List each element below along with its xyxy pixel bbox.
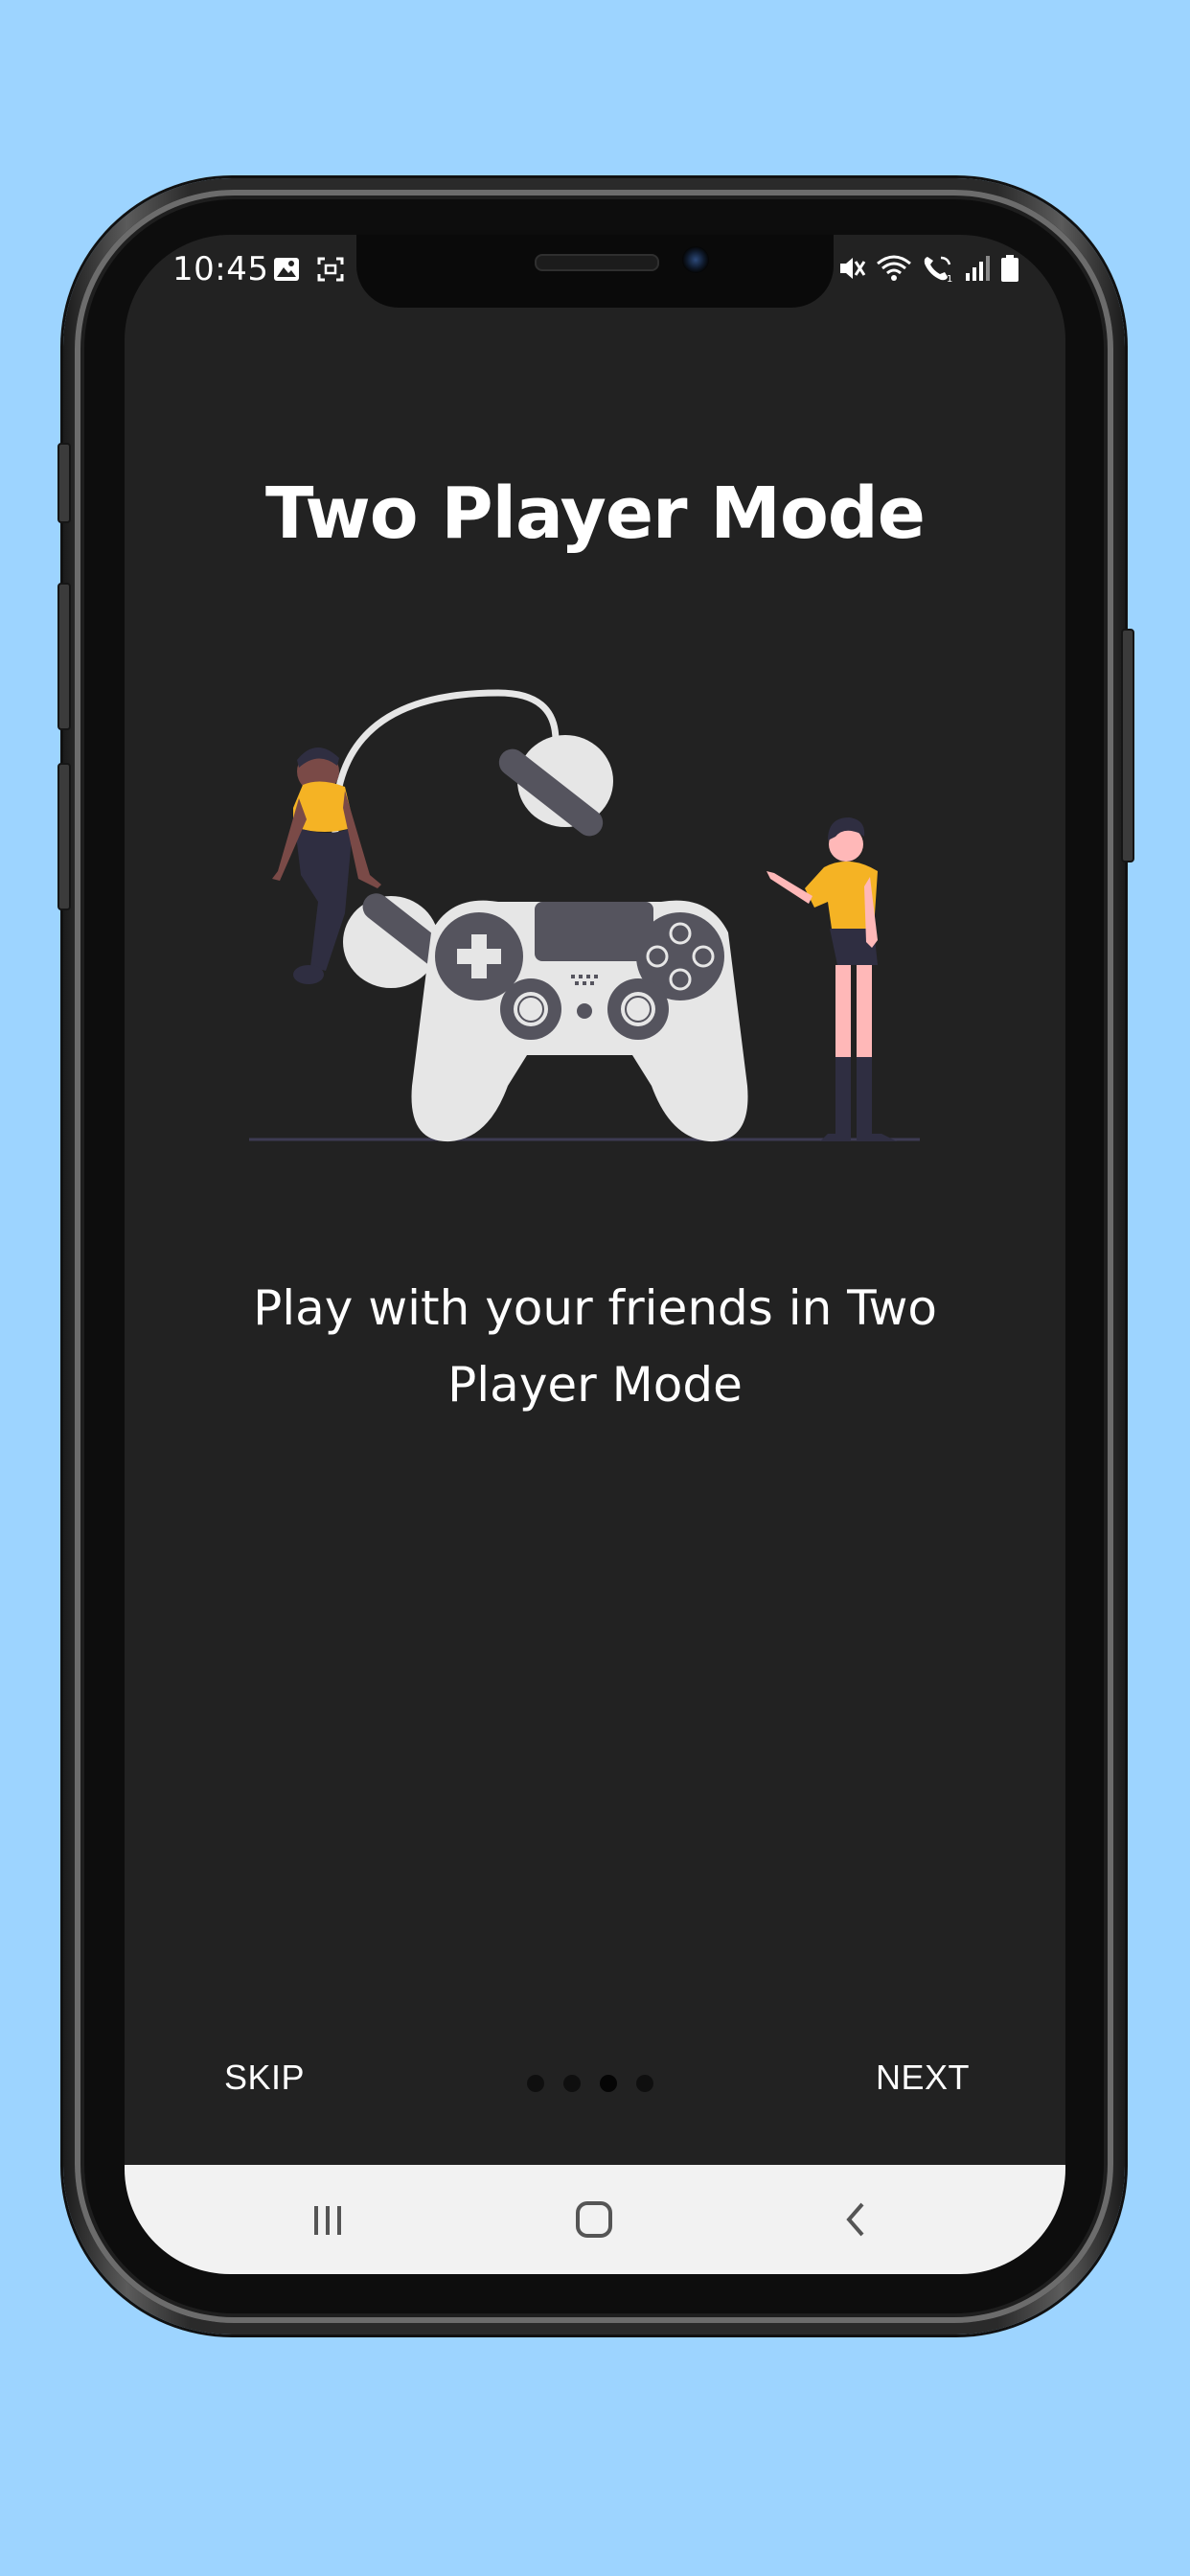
wifi-icon	[877, 255, 911, 281]
back-icon	[846, 2202, 864, 2237]
man-figure	[767, 817, 897, 1141]
page-dot-2[interactable]	[563, 2075, 581, 2092]
svg-text:1: 1	[947, 274, 952, 283]
mute-icon	[840, 258, 866, 279]
wifi-call-icon: 1	[924, 256, 952, 283]
status-icons-right: 1	[837, 254, 1019, 283]
canvas: 10:45 1 Two Player Mode Play with your f…	[0, 0, 1190, 2576]
page-description: Play with your friends in Two Player Mod…	[253, 1280, 937, 1413]
screenshot-icon	[317, 257, 344, 282]
next-button[interactable]: NEXT	[876, 2058, 970, 2098]
notch	[356, 235, 834, 308]
skip-button[interactable]: SKIP	[224, 2058, 305, 2098]
home-icon	[576, 2201, 612, 2238]
back-button[interactable]	[828, 2194, 885, 2245]
navigation-bar	[125, 2165, 1065, 2274]
screen: 10:45 1 Two Player Mode Play with your f…	[125, 235, 1065, 2274]
battery-icon	[1001, 255, 1018, 282]
image-icon	[274, 258, 299, 281]
page-dot-3-active[interactable]	[600, 2075, 617, 2092]
page-dot-1[interactable]	[527, 2075, 544, 2092]
signal-icon	[966, 256, 990, 281]
home-button[interactable]	[565, 2194, 623, 2245]
recents-icon	[314, 2206, 341, 2235]
status-time: 10:45	[172, 250, 269, 288]
recents-button[interactable]	[299, 2194, 356, 2245]
silent-switch	[57, 443, 71, 523]
volume-down-button	[57, 763, 71, 910]
earpiece-speaker	[535, 254, 659, 271]
volume-up-button	[57, 583, 71, 730]
page-dot-4[interactable]	[636, 2075, 653, 2092]
page-title: Two Player Mode	[265, 472, 926, 555]
page-indicator	[527, 2075, 653, 2092]
gamepad-graphic	[411, 900, 748, 1142]
front-camera	[682, 246, 709, 273]
two-players-gamepad-illustration	[249, 689, 920, 1142]
power-button	[1121, 629, 1134, 862]
